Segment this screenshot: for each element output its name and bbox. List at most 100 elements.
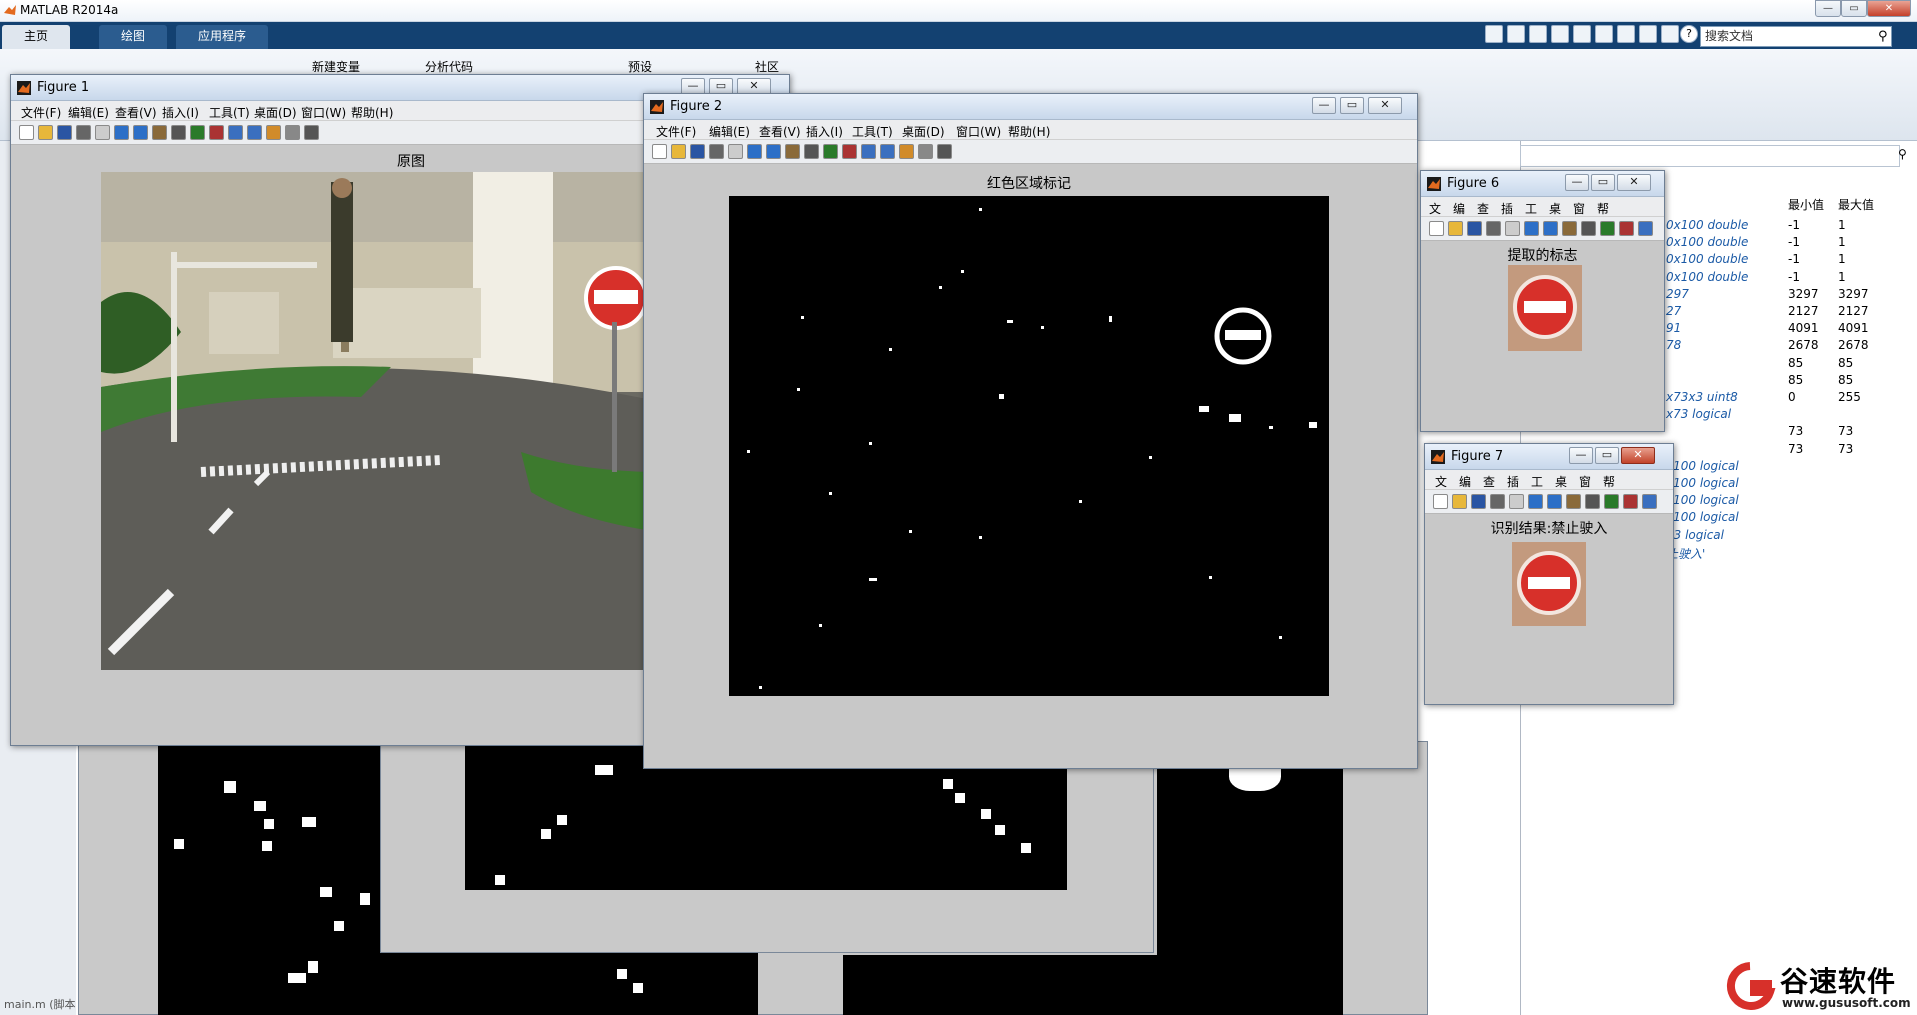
menu-item[interactable]: 窗口(W) xyxy=(956,123,1001,140)
toolbar-icon[interactable] xyxy=(671,144,686,159)
current-file-label[interactable]: main.m (脚本 xyxy=(4,996,75,1012)
menu-item[interactable]: 编辑(E) xyxy=(68,104,109,121)
toolbar-icon[interactable] xyxy=(1547,494,1562,509)
toolbar-icon[interactable] xyxy=(1486,221,1501,236)
toolbar-icon[interactable] xyxy=(1638,221,1653,236)
close-button[interactable]: ✕ xyxy=(1867,0,1911,17)
toolbar-icon[interactable] xyxy=(285,125,300,140)
menu-item[interactable]: 窗 xyxy=(1579,473,1591,490)
menu-item[interactable]: 桌面(D) xyxy=(902,123,945,140)
toolbar-icon[interactable] xyxy=(133,125,148,140)
toolbar-icon[interactable] xyxy=(19,125,34,140)
toolbar-icon[interactable] xyxy=(1528,494,1543,509)
menu-item[interactable]: 编辑(E) xyxy=(709,123,750,140)
workspace-row[interactable]: x73 logical xyxy=(1666,407,1916,424)
copy-icon[interactable] xyxy=(1551,25,1569,43)
layout-icon[interactable] xyxy=(1661,25,1679,43)
toolbar-icon[interactable] xyxy=(1509,494,1524,509)
cut-icon[interactable] xyxy=(1529,25,1547,43)
menu-item[interactable]: 文件(F) xyxy=(21,104,61,121)
fig2-close-button[interactable]: ✕ xyxy=(1368,97,1402,114)
search-icon[interactable]: ⚲ xyxy=(1878,29,1888,44)
toolbar-icon[interactable] xyxy=(1623,494,1638,509)
toolbar-icon[interactable] xyxy=(1490,494,1505,509)
workspace-row[interactable]: x100 logical xyxy=(1666,493,1916,510)
toolbar-icon[interactable] xyxy=(95,125,110,140)
figure-2-window[interactable]: Figure 2 — ▭ ✕ 文件(F) 编辑(E) 查看(V) 插入(I) 工具(T)… xyxy=(643,93,1418,769)
workspace-row[interactable]: 73 73 xyxy=(1666,424,1916,441)
figure-6-titlebar[interactable]: Figure 6 — ▭ ✕ xyxy=(1421,171,1664,197)
toolbar-icon[interactable] xyxy=(690,144,705,159)
save-icon[interactable] xyxy=(1507,25,1525,43)
toolbar-icon[interactable] xyxy=(1543,221,1558,236)
toolbar-icon[interactable] xyxy=(1642,494,1657,509)
toolbar-icon[interactable] xyxy=(1467,221,1482,236)
toolbar-icon[interactable] xyxy=(1585,494,1600,509)
menu-item[interactable]: 文件(F) xyxy=(656,123,696,140)
workspace-row[interactable]: 止驶入' xyxy=(1666,545,1916,562)
toolbar-icon[interactable] xyxy=(190,125,205,140)
fig7-maximize-button[interactable]: ▭ xyxy=(1595,447,1619,464)
toolbar-icon[interactable] xyxy=(728,144,743,159)
address-search-icon[interactable]: ⚲ xyxy=(1898,147,1907,161)
fig6-close-button[interactable]: ✕ xyxy=(1617,174,1651,191)
workspace-row[interactable]: 85 85 xyxy=(1666,373,1916,390)
fig7-close-button[interactable]: ✕ xyxy=(1621,447,1655,464)
fig7-minimize-button[interactable]: — xyxy=(1569,447,1593,464)
workspace-row[interactable]: 297 3297 3297 xyxy=(1666,287,1916,304)
ws-header-max[interactable]: 最大值 xyxy=(1838,196,1874,213)
analyze-code-button[interactable]: 分析代码 xyxy=(425,58,473,75)
toolbar-icon[interactable] xyxy=(247,125,262,140)
workspace-row[interactable]: 0x100 double -1 1 xyxy=(1666,235,1916,252)
search-documentation-input[interactable]: 搜索文档 xyxy=(1700,26,1892,47)
toolbar-icon[interactable] xyxy=(57,125,72,140)
fig6-minimize-button[interactable]: — xyxy=(1565,174,1589,191)
workspace-row[interactable]: x100 logical xyxy=(1666,459,1916,476)
workspace-row[interactable]: 91 4091 4091 xyxy=(1666,321,1916,338)
workspace-row[interactable]: 73 73 xyxy=(1666,442,1916,459)
menu-item[interactable]: 桌面(D) xyxy=(254,104,297,121)
toolbar-icon[interactable] xyxy=(114,125,129,140)
toolbar-icon[interactable] xyxy=(842,144,857,159)
toolbar-icon[interactable] xyxy=(76,125,91,140)
figure-7-titlebar[interactable]: Figure 7 — ▭ ✕ xyxy=(1425,444,1673,470)
menu-item[interactable]: 窗口(W) xyxy=(301,104,346,121)
toolbar-icon[interactable] xyxy=(266,125,281,140)
workspace-row[interactable]: 73 logical xyxy=(1666,528,1916,545)
toolbar-icon[interactable] xyxy=(785,144,800,159)
menu-item[interactable]: 编 xyxy=(1459,473,1471,490)
workspace-row[interactable]: x100 logical xyxy=(1666,476,1916,493)
toolbar-icon[interactable] xyxy=(1600,221,1615,236)
menu-item[interactable]: 帮 xyxy=(1603,473,1615,490)
menu-item[interactable]: 帮 xyxy=(1597,200,1609,217)
menu-item[interactable]: 查看(V) xyxy=(759,123,801,140)
menu-item[interactable]: 编 xyxy=(1453,200,1465,217)
toolbar-icon[interactable] xyxy=(1471,494,1486,509)
menu-item[interactable]: 插入(I) xyxy=(162,104,199,121)
toolbar-icon[interactable] xyxy=(899,144,914,159)
redo-icon[interactable] xyxy=(1617,25,1635,43)
workspace-row[interactable]: 85 85 xyxy=(1666,356,1916,373)
workspace-row[interactable]: 0x100 double -1 1 xyxy=(1666,270,1916,287)
menu-item[interactable]: 文 xyxy=(1429,200,1441,217)
menu-item[interactable]: 桌 xyxy=(1549,200,1561,217)
help-icon[interactable]: ? xyxy=(1680,25,1698,43)
menu-item[interactable]: 查看(V) xyxy=(115,104,157,121)
toolbar-icon[interactable] xyxy=(1581,221,1596,236)
toolbar-icon[interactable] xyxy=(823,144,838,159)
paste-icon[interactable] xyxy=(1573,25,1591,43)
menu-item[interactable]: 文 xyxy=(1435,473,1447,490)
figure-7-window[interactable]: Figure 7 — ▭ ✕ 文编查插工桌窗帮 识别结果:禁止驶入 xyxy=(1424,443,1674,705)
maximize-button[interactable]: ▭ xyxy=(1841,0,1867,17)
figure-6-window[interactable]: Figure 6 — ▭ ✕ 文编查插工桌窗帮 提取的标志 xyxy=(1420,170,1665,432)
menu-item[interactable]: 工 xyxy=(1531,473,1543,490)
menu-item[interactable]: 插入(I) xyxy=(806,123,843,140)
workspace-row[interactable]: 27 2127 2127 xyxy=(1666,304,1916,321)
menu-item[interactable]: 插 xyxy=(1501,200,1513,217)
toolbar-icon[interactable] xyxy=(652,144,667,159)
toolbar-icon[interactable] xyxy=(1619,221,1634,236)
toolbar-icon[interactable] xyxy=(1604,494,1619,509)
workspace-row[interactable]: x73x3 uint8 0 255 xyxy=(1666,390,1916,407)
menu-item[interactable]: 查 xyxy=(1477,200,1489,217)
undo-icon[interactable] xyxy=(1595,25,1613,43)
